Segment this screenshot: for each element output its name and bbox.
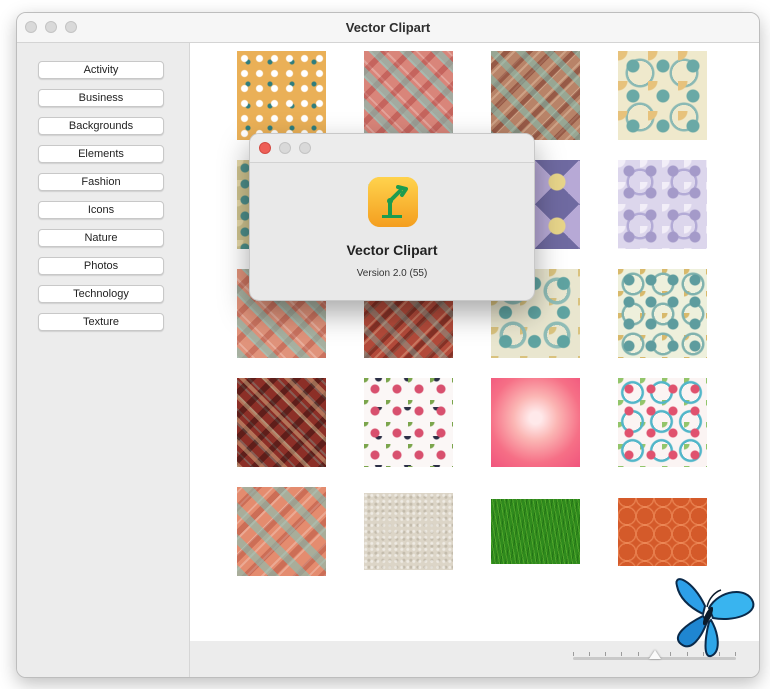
butterfly-icon [675, 578, 755, 658]
category-button-fashion[interactable]: Fashion [38, 173, 164, 191]
floral-white-tile[interactable] [364, 378, 453, 467]
slider-tick [621, 652, 622, 656]
damask-cream-teal-tile[interactable] [618, 51, 707, 140]
about-app-name: Vector Clipart [346, 242, 438, 258]
slider-tick [605, 652, 606, 656]
slider-tick [589, 652, 590, 656]
slider-tick [573, 652, 574, 656]
app-icon [368, 177, 418, 227]
category-button-business[interactable]: Business [38, 89, 164, 107]
close-about-button[interactable] [259, 142, 271, 154]
floral-mandala-tile[interactable] [618, 378, 707, 467]
about-title-bar [250, 134, 534, 163]
window-title: Vector Clipart [345, 20, 431, 35]
plaid-coral-tile[interactable] [237, 487, 326, 576]
category-button-icons[interactable]: Icons [38, 201, 164, 219]
category-button-elements[interactable]: Elements [38, 145, 164, 163]
category-button-activity[interactable]: Activity [38, 61, 164, 79]
texture-beige-tile[interactable] [364, 493, 453, 570]
damask-lilac-tile[interactable] [618, 160, 707, 249]
category-button-texture[interactable]: Texture [38, 313, 164, 331]
category-button-photos[interactable]: Photos [38, 257, 164, 275]
category-sidebar: Activity Business Backgrounds Elements F… [17, 43, 190, 677]
category-button-nature[interactable]: Nature [38, 229, 164, 247]
minimize-about-button[interactable] [279, 142, 291, 154]
slider-thumb[interactable] [648, 650, 661, 659]
category-button-technology[interactable]: Technology [38, 285, 164, 303]
zoom-about-button[interactable] [299, 142, 311, 154]
grass-green-tile[interactable] [491, 499, 580, 564]
moroccan-orange-tile[interactable] [618, 498, 707, 566]
slider-tick [638, 652, 639, 656]
plaid-dark-red-tile[interactable] [237, 378, 326, 467]
about-dialog: Vector Clipart Version 2.0 (55) [249, 133, 535, 301]
title-bar: Vector Clipart [17, 13, 759, 43]
gradient-pink-tile[interactable] [491, 378, 580, 467]
damask-teal-cream-tile[interactable] [618, 269, 707, 358]
main-window: Vector Clipart Activity Business Backgro… [16, 12, 760, 678]
plaid-brown-teal-tile[interactable] [491, 51, 580, 140]
category-button-backgrounds[interactable]: Backgrounds [38, 117, 164, 135]
plaid-pink-teal-tile[interactable] [364, 51, 453, 140]
about-version: Version 2.0 (55) [356, 268, 428, 279]
ornament-orange-tile[interactable] [237, 51, 326, 140]
